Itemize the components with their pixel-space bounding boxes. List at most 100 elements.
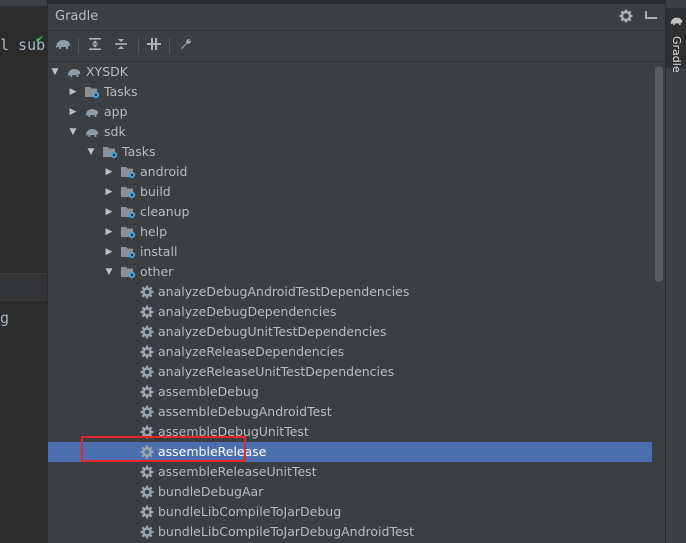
editor-tab-strip — [0, 0, 47, 7]
tree-node-project[interactable]: ▼ XYSDK — [48, 62, 652, 82]
collapsed-arrow-icon[interactable]: ▶ — [68, 82, 78, 102]
toggle-offline-icon[interactable] — [145, 37, 163, 55]
gear-icon[interactable] — [619, 9, 633, 27]
collapsed-arrow-icon[interactable]: ▶ — [104, 162, 114, 182]
gradle-elephant-icon — [84, 125, 100, 139]
task-item[interactable]: assembleReleaseUnitTest — [48, 462, 652, 482]
panel-title: Gradle — [55, 9, 99, 24]
tree-node-module[interactable]: ▶ app — [48, 102, 652, 122]
tree-node-label: cleanup — [140, 204, 190, 219]
tree-node-label: help — [140, 224, 168, 239]
gradle-panel: Gradle ▼ XYSDK ▶ Tasks ▶ app ▼ sdk ▼ Tasks ▶ androi… — [47, 4, 666, 543]
tree-node-folder[interactable]: ▼ Tasks — [48, 142, 652, 162]
tree-node-label: install — [140, 244, 178, 259]
gradle-side-tab-label: Gradle — [670, 36, 683, 73]
toolbar-separator — [169, 38, 170, 54]
task-item[interactable]: analyzeDebugAndroidTestDependencies — [48, 282, 652, 302]
tree-node-label: assembleReleaseUnitTest — [158, 464, 317, 479]
toolbar-separator — [138, 38, 139, 54]
checkmark-icon: ✔ — [35, 33, 45, 46]
right-tool-strip: Gradle — [665, 0, 686, 543]
tree-node-folder[interactable]: ▶ help — [48, 222, 652, 242]
hide-panel-icon[interactable] — [644, 9, 658, 27]
annotation-highlight-box — [81, 436, 246, 462]
collapsed-arrow-icon[interactable]: ▶ — [104, 182, 114, 202]
task-gear-icon — [140, 345, 156, 359]
gradle-elephant-icon — [66, 65, 82, 79]
gradle-elephant-icon — [84, 105, 100, 119]
task-folder-icon — [84, 85, 100, 99]
editor-code-line: g — [0, 309, 10, 327]
tree-node-folder[interactable]: ▶ Tasks — [48, 82, 652, 102]
task-folder-icon — [102, 145, 118, 159]
expanded-arrow-icon[interactable]: ▼ — [104, 262, 114, 282]
task-folder-icon — [120, 265, 136, 279]
task-item[interactable]: analyzeDebugUnitTestDependencies — [48, 322, 652, 342]
tree-node-label: XYSDK — [86, 64, 128, 79]
task-item[interactable]: assembleDebugAndroidTest — [48, 402, 652, 422]
tree-node-folder[interactable]: ▼ other — [48, 262, 652, 282]
task-folder-icon — [120, 185, 136, 199]
editor-highlight-band — [0, 273, 47, 301]
tree-node-label: other — [140, 264, 174, 279]
gradle-elephant-icon[interactable] — [54, 37, 72, 55]
task-item[interactable]: analyzeDebugDependencies — [48, 302, 652, 322]
task-gear-icon — [140, 485, 156, 499]
vertical-scrollbar[interactable] — [655, 66, 663, 282]
task-gear-icon — [140, 525, 156, 539]
task-gear-icon — [140, 385, 156, 399]
tree-node-label: app — [104, 104, 128, 119]
tree-node-label: bundleDebugAar — [158, 484, 264, 499]
gradle-elephant-icon — [669, 12, 684, 31]
task-gear-icon — [140, 405, 156, 419]
wrench-icon[interactable] — [177, 37, 195, 55]
tree-node-label: analyzeReleaseDependencies — [158, 344, 345, 359]
tree-node-label: analyzeReleaseUnitTestDependencies — [158, 364, 395, 379]
tree-node-label: analyzeDebugUnitTestDependencies — [158, 324, 387, 339]
task-gear-icon — [140, 365, 156, 379]
tree-node-folder[interactable]: ▶ android — [48, 162, 652, 182]
tree-node-label: bundleLibCompileToJarDebug — [158, 504, 342, 519]
collapsed-arrow-icon[interactable]: ▶ — [104, 202, 114, 222]
tree-node-label: assembleDebug — [158, 384, 259, 399]
tree-node-folder[interactable]: ▶ install — [48, 242, 652, 262]
task-item[interactable]: analyzeReleaseDependencies — [48, 342, 652, 362]
tree-node-label: bundleLibCompileToJarDebugAndroidTest — [158, 524, 415, 539]
task-item[interactable]: assembleDebug — [48, 382, 652, 402]
task-gear-icon — [140, 305, 156, 319]
task-item[interactable]: analyzeReleaseUnitTestDependencies — [48, 362, 652, 382]
task-gear-icon — [140, 285, 156, 299]
task-gear-icon — [140, 325, 156, 339]
collapse-all-icon[interactable] — [112, 37, 130, 55]
expanded-arrow-icon[interactable]: ▼ — [68, 122, 78, 142]
task-item[interactable]: bundleLibCompileToJarDebug — [48, 502, 652, 522]
task-folder-icon — [120, 165, 136, 179]
task-folder-icon — [120, 245, 136, 259]
tree-node-folder[interactable]: ▶ cleanup — [48, 202, 652, 222]
tree-node-label: sdk — [104, 124, 126, 139]
tree-node-label: assembleDebugAndroidTest — [158, 404, 332, 419]
collapsed-arrow-icon[interactable]: ▶ — [104, 242, 114, 262]
task-item[interactable]: bundleDebugAar — [48, 482, 652, 502]
task-gear-icon — [140, 505, 156, 519]
gradle-side-tab[interactable]: Gradle — [666, 8, 686, 73]
gradle-task-tree: ▼ XYSDK ▶ Tasks ▶ app ▼ sdk ▼ Tasks ▶ android ▶ build… — [48, 62, 652, 543]
editor-area: l sub ✔ g — [0, 0, 47, 543]
expanded-arrow-icon[interactable]: ▼ — [86, 142, 96, 162]
collapsed-arrow-icon[interactable]: ▶ — [68, 102, 78, 122]
tree-node-label: analyzeDebugDependencies — [158, 304, 337, 319]
tree-node-module[interactable]: ▼ sdk — [48, 122, 652, 142]
tree-node-label: build — [140, 184, 171, 199]
expand-all-icon[interactable] — [86, 37, 104, 55]
tree-node-label: Tasks — [122, 144, 156, 159]
task-gear-icon — [140, 465, 156, 479]
toolbar-separator — [78, 38, 79, 54]
panel-title-bar: Gradle — [48, 4, 666, 31]
collapsed-arrow-icon[interactable]: ▶ — [104, 222, 114, 242]
tree-node-label: analyzeDebugAndroidTestDependencies — [158, 284, 410, 299]
expanded-arrow-icon[interactable]: ▼ — [50, 62, 60, 82]
tree-node-folder[interactable]: ▶ build — [48, 182, 652, 202]
task-item[interactable]: bundleLibCompileToJarDebugAndroidTest — [48, 522, 652, 542]
gradle-toolbar — [48, 31, 666, 62]
task-folder-icon — [120, 205, 136, 219]
